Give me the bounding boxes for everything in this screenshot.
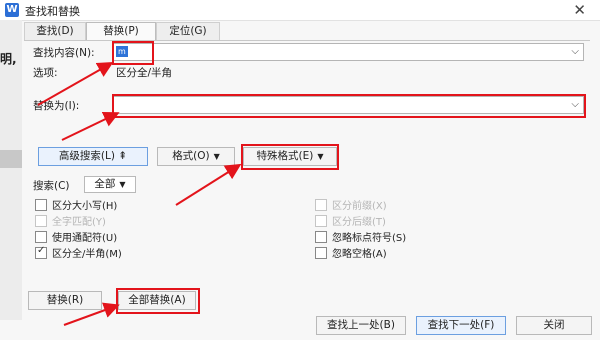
replace-input[interactable]: ⌵ bbox=[112, 96, 584, 114]
find-label: 查找内容(N): bbox=[33, 47, 95, 59]
tab-panel-border bbox=[24, 40, 590, 41]
checkbox-whole-word-label: 全字匹配(Y) bbox=[52, 217, 106, 228]
search-scope-value: 全部 bbox=[94, 178, 116, 190]
checkbox-ignore-spaces-label: 忽略空格(A) bbox=[332, 249, 387, 260]
checkmark-icon: ✓ bbox=[37, 245, 46, 256]
close-icon[interactable]: ✕ bbox=[573, 1, 586, 19]
chevron-down-icon[interactable]: ⌵ bbox=[571, 44, 579, 60]
annotation-arrow-special bbox=[175, 163, 242, 206]
checkbox-match-prefix-label: 区分前缀(X) bbox=[332, 201, 387, 212]
checkbox-match-case-label: 区分大小写(H) bbox=[52, 201, 118, 212]
checkbox-ignore-spaces[interactable] bbox=[315, 247, 327, 259]
special-format-button[interactable]: 特殊格式(E) ▼ bbox=[243, 147, 337, 166]
search-scope-select[interactable]: 全部 ▼ bbox=[84, 176, 136, 193]
find-input[interactable]: m ⌵ bbox=[112, 43, 584, 61]
advanced-search-button[interactable]: 高级搜索(L) ⇞ bbox=[38, 147, 148, 166]
background-text-fragment: 明, bbox=[0, 52, 17, 66]
checkbox-match-suffix[interactable] bbox=[315, 215, 327, 227]
caret-down-icon: ▼ bbox=[317, 152, 324, 161]
checkbox-full-half-width[interactable]: ✓ bbox=[35, 245, 47, 259]
special-format-label: 特殊格式(E) bbox=[256, 150, 314, 162]
replace-all-button[interactable]: 全部替换(A) bbox=[118, 291, 196, 310]
format-button[interactable]: 格式(O) ▼ bbox=[157, 147, 235, 166]
search-label: 搜索(C) bbox=[33, 180, 70, 192]
annotation-arrow-replace bbox=[61, 111, 120, 141]
checkbox-whole-word[interactable] bbox=[35, 215, 47, 227]
checkbox-full-half-width-label: 区分全/半角(M) bbox=[52, 249, 122, 260]
replace-label: 替换为(I): bbox=[33, 100, 80, 112]
checkbox-match-prefix[interactable] bbox=[315, 199, 327, 211]
close-button[interactable]: 关闭 bbox=[516, 316, 592, 335]
title-bar: W 查找和替换 ✕ bbox=[0, 0, 600, 21]
replace-button[interactable]: 替换(R) bbox=[28, 291, 102, 310]
chevron-down-icon[interactable]: ⌵ bbox=[571, 97, 579, 113]
caret-down-icon: ▼ bbox=[119, 180, 126, 189]
app-icon: W bbox=[5, 3, 19, 17]
find-next-button[interactable]: 查找下一处(F) bbox=[416, 316, 506, 335]
checkbox-wildcards[interactable] bbox=[35, 231, 47, 243]
checkbox-match-case[interactable] bbox=[35, 199, 47, 211]
tab-goto[interactable]: 定位(G) bbox=[156, 22, 220, 40]
checkbox-ignore-punctuation-label: 忽略标点符号(S) bbox=[332, 233, 407, 244]
caret-down-icon: ▼ bbox=[213, 152, 220, 161]
checkbox-wildcards-label: 使用通配符(U) bbox=[52, 233, 118, 244]
find-value: m bbox=[116, 46, 128, 57]
options-value: 区分全/半角 bbox=[116, 67, 173, 79]
window-title: 查找和替换 bbox=[25, 5, 80, 18]
options-label: 选项: bbox=[33, 67, 58, 79]
checkbox-ignore-punctuation[interactable] bbox=[315, 231, 327, 243]
tab-find[interactable]: 查找(D) bbox=[24, 22, 86, 40]
find-previous-button[interactable]: 查找上一处(B) bbox=[316, 316, 406, 335]
background-gray-block bbox=[0, 150, 22, 168]
checkbox-match-suffix-label: 区分后缀(T) bbox=[332, 217, 386, 228]
format-button-label: 格式(O) bbox=[172, 150, 210, 162]
tab-replace[interactable]: 替换(P) bbox=[86, 22, 156, 41]
